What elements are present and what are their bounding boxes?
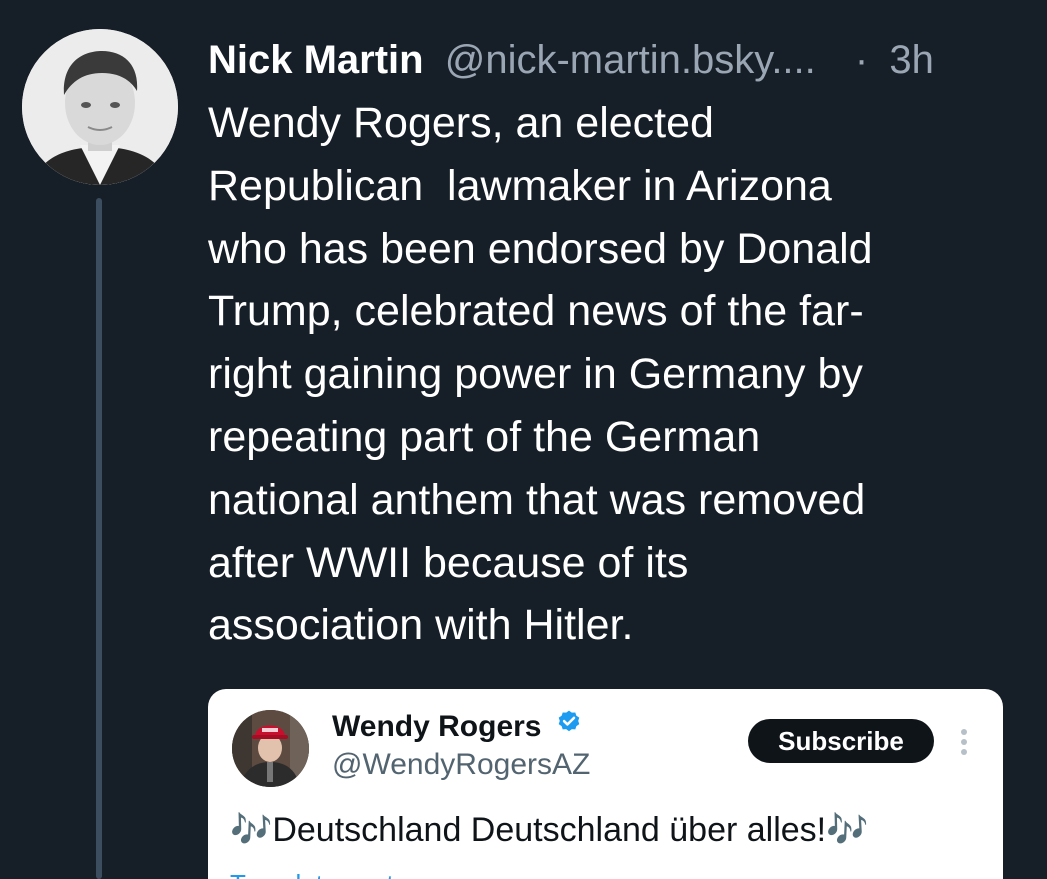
- post-header: Nick Martin @nick-martin.bsky.... · 3h: [208, 34, 1008, 86]
- post-text-line: Republican lawmaker in Arizona: [208, 161, 832, 210]
- post-timestamp[interactable]: 3h: [889, 38, 934, 82]
- embed-author-avatar[interactable]: [232, 710, 309, 787]
- author-name[interactable]: Nick Martin: [208, 38, 424, 82]
- post-text-line: Wendy Rogers, an elected: [208, 99, 714, 147]
- musical-notes-icon: 🎶: [230, 811, 273, 849]
- embed-author-name-row: Wendy Rogers: [332, 709, 582, 745]
- author-handle[interactable]: @nick-martin.bsky....: [445, 38, 816, 82]
- translate-post-link[interactable]: Translate post: [230, 869, 394, 879]
- thread-connector-line: [96, 198, 102, 879]
- post-text-line: repeating part of the German: [208, 412, 761, 461]
- post-text-line: after WWII because of its: [208, 538, 689, 587]
- post: Nick Martin @nick-martin.bsky.... · 3h W…: [0, 0, 1047, 879]
- embedded-post-card[interactable]: Wendy Rogers @WendyRogersAZ Subscribe 🎶D…: [208, 689, 1003, 879]
- more-options-icon[interactable]: [956, 725, 972, 759]
- embed-author-name[interactable]: Wendy Rogers: [332, 710, 542, 743]
- post-text-line: right gaining power in Germany by: [208, 350, 863, 399]
- subscribe-button[interactable]: Subscribe: [748, 719, 934, 763]
- embed-text-content: Deutschland Deutschland über alles!: [272, 811, 827, 849]
- post-text-line: Trump, celebrated news of the far-: [208, 287, 864, 336]
- embed-author-handle[interactable]: @WendyRogersAZ: [332, 747, 590, 783]
- post-text-line: who has been endorsed by Donald: [208, 224, 873, 273]
- header-separator: ·: [854, 38, 869, 82]
- verified-badge-icon: [556, 708, 582, 744]
- post-text-line: association with Hitler.: [208, 601, 634, 650]
- post-text-line: national anthem that was removed: [208, 475, 866, 524]
- embed-post-text: 🎶Deutschland Deutschland über alles!🎶: [230, 809, 868, 851]
- musical-notes-icon: 🎶: [826, 811, 869, 849]
- author-avatar[interactable]: [22, 29, 178, 185]
- post-body-text: Wendy Rogers, an elected Republican lawm…: [208, 92, 998, 657]
